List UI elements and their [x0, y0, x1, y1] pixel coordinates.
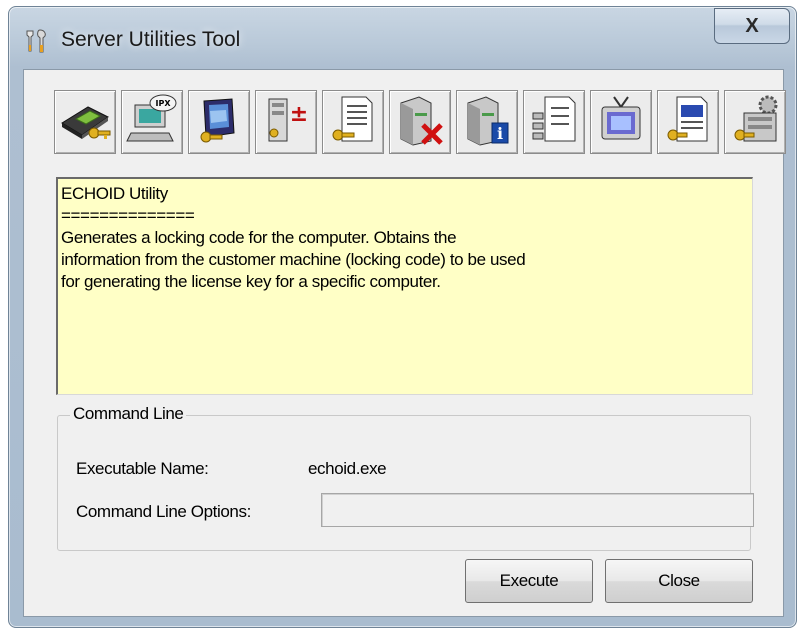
tool-button-monitor-key[interactable]	[188, 90, 250, 154]
tv-monitor-icon	[594, 93, 648, 152]
command-line-legend: Command Line	[70, 404, 187, 424]
server-plus-minus-icon: ±	[259, 93, 313, 152]
tool-button-server-plus-minus[interactable]: ±	[255, 90, 317, 154]
command-line-options-label: Command Line Options:	[76, 502, 251, 521]
document-key-icon	[326, 93, 380, 152]
utility-toolbar: IPX ± i	[54, 90, 786, 156]
dialog-window: Server Utilities Tool X IPX ± i ECHOID U…	[8, 6, 797, 628]
tool-button-tv-monitor[interactable]	[590, 90, 652, 154]
echoid-keypad-icon	[58, 93, 112, 152]
title-bar[interactable]: Server Utilities Tool X	[9, 7, 796, 69]
command-line-group: Command Line Executable Name: echoid.exe…	[57, 404, 751, 551]
close-button[interactable]: Close	[605, 559, 753, 603]
command-line-options-input[interactable]	[321, 493, 754, 527]
description-line: for generating the license key for a spe…	[61, 272, 441, 291]
window-title: Server Utilities Tool	[61, 28, 241, 51]
description-textbox[interactable]: ECHOID Utility ============== Generates …	[56, 177, 753, 395]
wrench-screwdriver-icon	[23, 27, 51, 55]
document-window-icon	[661, 93, 715, 152]
gears-key-icon	[728, 93, 782, 152]
tool-button-document-key[interactable]	[322, 90, 384, 154]
tool-button-server-info[interactable]: i	[456, 90, 518, 154]
monitor-key-icon	[192, 93, 246, 152]
tool-button-echoid[interactable]	[54, 90, 116, 154]
tool-button-document-window[interactable]	[657, 90, 719, 154]
executable-name-value: echoid.exe	[308, 459, 387, 478]
close-icon: X	[745, 14, 759, 37]
ipx-computer-icon: IPX	[125, 93, 179, 152]
close-window-button[interactable]: X	[714, 8, 790, 44]
svg-text:IPX: IPX	[155, 99, 171, 108]
tool-button-server-delete[interactable]	[389, 90, 451, 154]
description-line: Generates a locking code for the compute…	[61, 228, 457, 247]
description-line: ECHOID Utility	[61, 184, 168, 203]
description-line: information from the customer machine (l…	[61, 250, 526, 269]
dialog-client-area: IPX ± i ECHOID Utility ============== Ge…	[23, 69, 786, 617]
tool-button-ipx[interactable]: IPX	[121, 90, 183, 154]
server-delete-icon	[393, 93, 447, 152]
execute-button[interactable]: Execute	[465, 559, 593, 603]
tool-button-server-list[interactable]	[523, 90, 585, 154]
executable-name-label: Executable Name:	[76, 459, 209, 478]
server-info-icon: i	[460, 93, 514, 152]
description-line: ==============	[61, 206, 195, 225]
svg-text:i: i	[497, 124, 503, 143]
tool-button-gears-key[interactable]	[724, 90, 786, 154]
server-list-icon	[527, 93, 581, 152]
svg-text:±: ±	[290, 102, 308, 127]
